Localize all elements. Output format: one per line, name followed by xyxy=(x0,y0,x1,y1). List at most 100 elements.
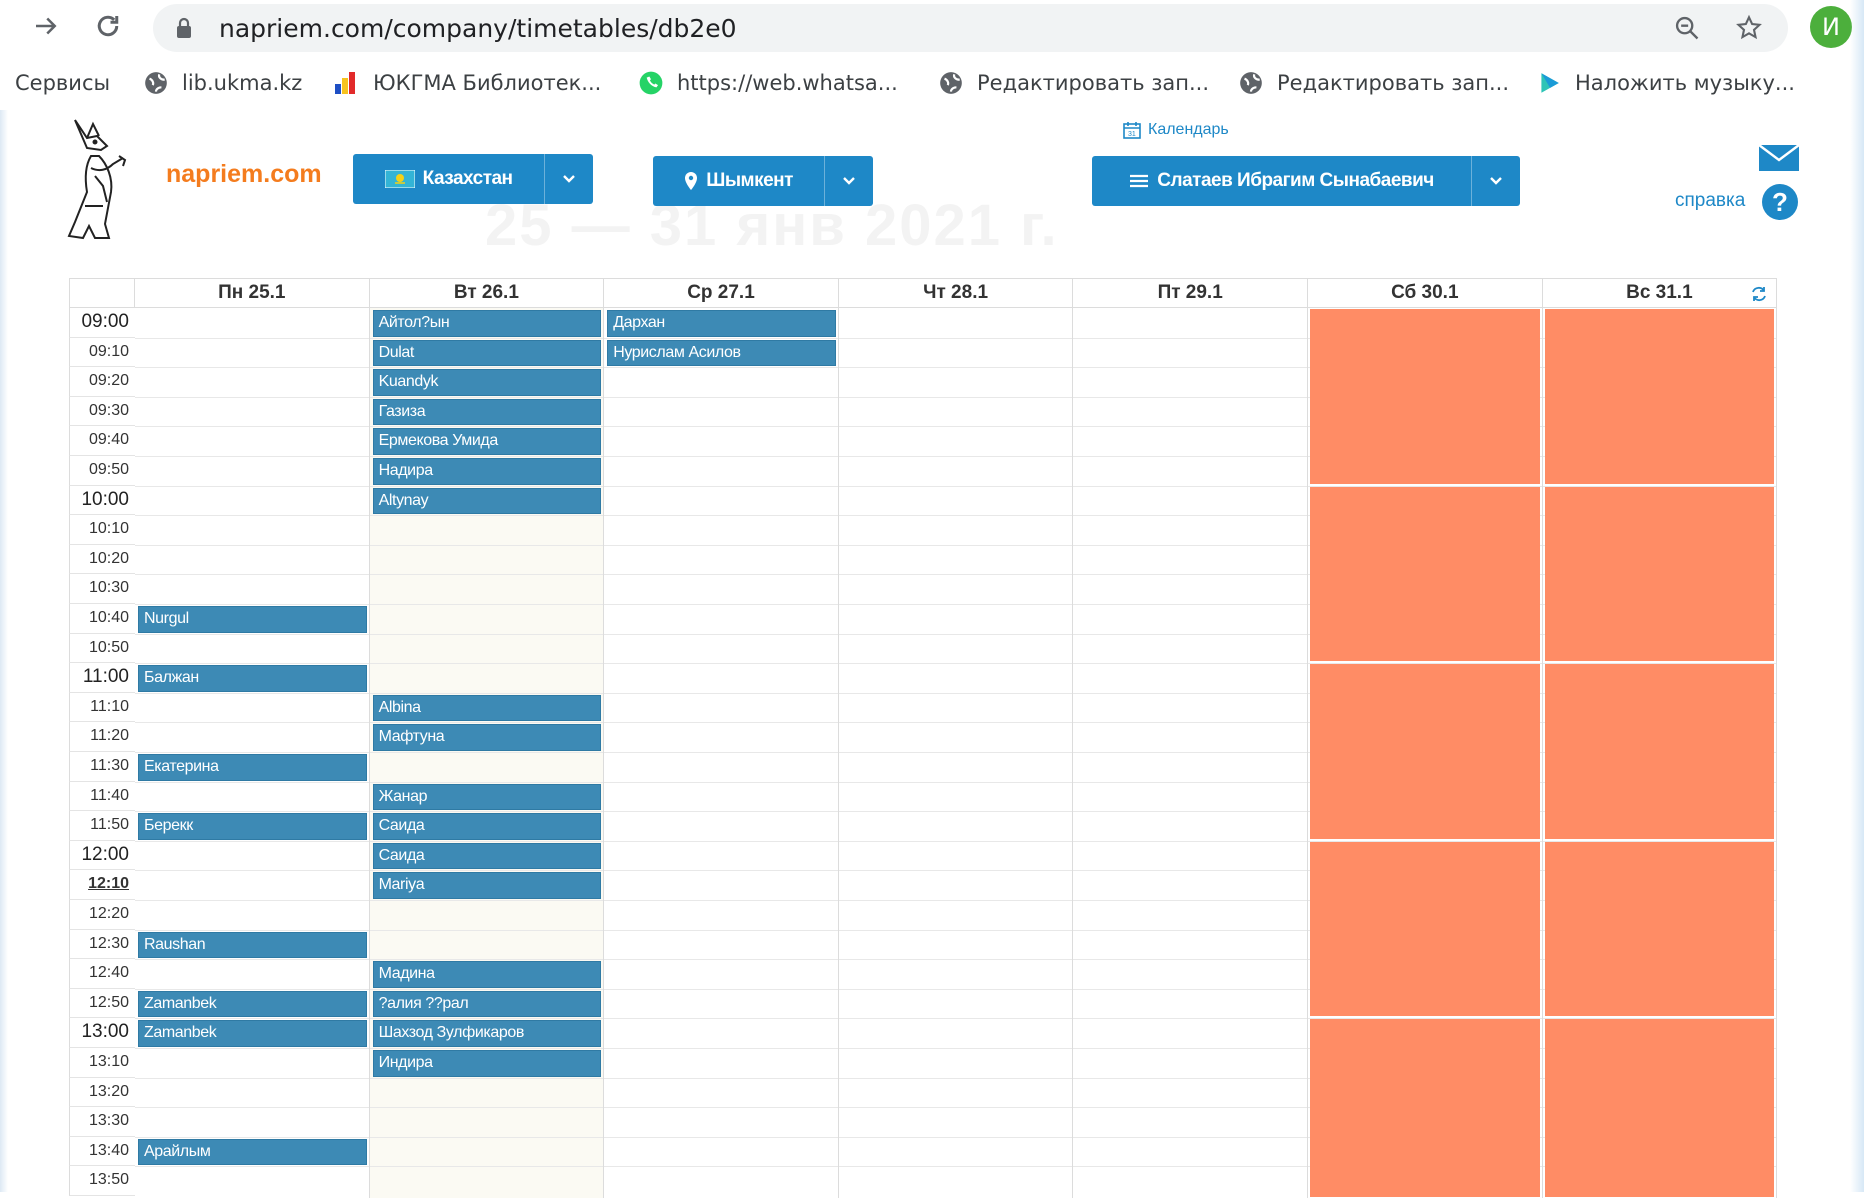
doctor-label: Слатаев Ибрагим Сынабаевич xyxy=(1157,170,1434,191)
appointment[interactable]: Надира xyxy=(372,458,602,485)
closed-slot-block xyxy=(1544,841,1775,1017)
day-header[interactable]: Пн 25.1 xyxy=(135,278,370,308)
slot-divider xyxy=(135,396,369,398)
slot-divider xyxy=(135,692,369,694)
day-header[interactable]: Пт 29.1 xyxy=(1073,278,1308,308)
bookmark-edit-2[interactable]: Редактировать зап... xyxy=(1237,56,1509,110)
day-header[interactable]: Вс 31.1 xyxy=(1542,278,1778,308)
appointment[interactable]: Нурислам Асилов xyxy=(607,339,836,367)
day-column[interactable] xyxy=(838,308,1074,1198)
doctor-select[interactable]: Слатаев Ибрагим Сынабаевич xyxy=(1092,156,1471,206)
appointment[interactable]: Арайлым xyxy=(138,1138,367,1166)
appointment[interactable]: Дархан xyxy=(607,310,836,337)
appointment[interactable]: Kuandyk xyxy=(372,369,602,396)
logo-text[interactable]: napriem.com xyxy=(166,160,322,189)
slot-divider xyxy=(1073,900,1307,901)
appointment[interactable]: Мафтуна xyxy=(372,724,602,751)
country-caret[interactable] xyxy=(544,154,593,204)
day-header[interactable]: Вт 26.1 xyxy=(369,278,605,308)
appointment[interactable]: Altynay xyxy=(372,487,602,515)
appointment[interactable]: Саида xyxy=(372,813,602,840)
sync-icon[interactable] xyxy=(1750,285,1768,303)
day-header-label: Пн 25.1 xyxy=(218,282,286,303)
lock-icon xyxy=(177,17,191,38)
closed-slot-block xyxy=(1310,841,1540,1017)
profile-avatar[interactable]: И xyxy=(1810,6,1852,48)
appointment[interactable]: Саида xyxy=(372,842,602,870)
country-select[interactable]: Казахстан xyxy=(353,154,544,204)
slot-divider xyxy=(604,840,838,842)
day-header[interactable]: Ср 27.1 xyxy=(604,278,839,308)
address-bar[interactable] xyxy=(153,4,1788,52)
calendar-link[interactable]: 31 Календарь xyxy=(1122,120,1229,140)
city-caret[interactable] xyxy=(824,156,873,206)
appointment[interactable]: Газиза xyxy=(372,398,602,426)
appointment[interactable]: Жанар xyxy=(372,783,602,811)
appointment[interactable]: Zamanbek xyxy=(138,990,367,1018)
day-column[interactable] xyxy=(135,308,370,1198)
day-header[interactable]: Сб 30.1 xyxy=(1308,278,1543,308)
appointment[interactable]: Айтол?ын xyxy=(372,310,602,337)
forward-button[interactable] xyxy=(26,6,66,46)
slot-divider xyxy=(369,988,604,990)
slot-divider xyxy=(1073,870,1307,872)
help-link[interactable]: справка xyxy=(1675,190,1745,212)
doctor-dropdown[interactable]: Слатаев Ибрагим Сынабаевич xyxy=(1092,156,1520,206)
slot-divider xyxy=(838,337,1073,339)
appointment[interactable]: Dulat xyxy=(372,339,602,367)
slot-divider xyxy=(838,1136,1073,1138)
appointment[interactable]: ?алия ??рал xyxy=(372,990,602,1018)
wolf-doctor-logo[interactable] xyxy=(65,116,145,244)
arrow-right-icon xyxy=(36,17,57,35)
mail-icon[interactable] xyxy=(1758,144,1800,172)
slot-divider xyxy=(135,1107,369,1109)
bookmark-whatsapp[interactable]: https://web.whatsa... xyxy=(637,56,898,110)
slot-divider xyxy=(604,988,838,990)
time-label: 11:40 xyxy=(69,781,135,812)
city-dropdown[interactable]: Шымкент xyxy=(653,156,873,206)
reload-button[interactable] xyxy=(88,6,128,46)
appointment[interactable]: Индира xyxy=(372,1050,602,1077)
help-icon[interactable]: ? xyxy=(1762,184,1798,220)
url-input[interactable] xyxy=(219,14,1619,43)
bookmark-lib-ukma[interactable]: lib.ukma.kz xyxy=(142,56,302,110)
day-column[interactable] xyxy=(604,308,839,1198)
star-icon[interactable] xyxy=(1735,14,1763,42)
slot-divider xyxy=(838,544,1073,546)
bookmark-ukgma-library[interactable]: ЮКГМА Библиотек... xyxy=(333,56,601,110)
slot-divider xyxy=(1073,1048,1307,1049)
appointment[interactable]: Екатерина xyxy=(138,754,367,781)
city-select[interactable]: Шымкент xyxy=(653,156,824,206)
appointment[interactable]: Шахзод Зулфикаров xyxy=(372,1020,602,1047)
slot-divider xyxy=(838,811,1073,813)
slot-divider xyxy=(838,426,1073,428)
appointment[interactable]: Nurgul xyxy=(138,606,367,633)
slot-divider xyxy=(838,456,1073,457)
day-column[interactable] xyxy=(1073,308,1308,1198)
slot-divider xyxy=(135,1166,369,1168)
closed-slot-block xyxy=(1544,309,1775,484)
doctor-caret[interactable] xyxy=(1471,156,1520,206)
calendar-link-label: Календарь xyxy=(1148,121,1229,138)
slot-divider xyxy=(369,1018,604,1020)
appointment[interactable]: Ермекова Умида xyxy=(372,428,602,455)
appointment[interactable]: Мадина xyxy=(372,961,602,988)
slot-divider xyxy=(135,840,369,842)
appointment[interactable]: Zamanbek xyxy=(138,1020,367,1047)
bookmark-music[interactable]: Наложить музыку... xyxy=(1535,56,1795,110)
appointment[interactable]: Берекк xyxy=(138,813,367,840)
whatsapp-icon xyxy=(637,69,665,97)
appointment[interactable]: Балжан xyxy=(138,665,367,692)
country-dropdown[interactable]: Казахстан xyxy=(353,154,593,204)
appointment[interactable]: Albina xyxy=(372,694,602,722)
slot-divider xyxy=(369,959,604,961)
zoom-icon[interactable] xyxy=(1673,14,1701,42)
appointment[interactable]: Mariya xyxy=(372,872,602,899)
slot-divider xyxy=(135,900,369,901)
bookmark-services[interactable]: Сервисы xyxy=(15,56,110,110)
time-label: 10:00 xyxy=(69,485,135,516)
play-icon xyxy=(1535,69,1563,97)
appointment[interactable]: Raushan xyxy=(138,931,367,959)
bookmark-edit-1[interactable]: Редактировать зап... xyxy=(937,56,1209,110)
day-header[interactable]: Чт 28.1 xyxy=(838,278,1074,308)
